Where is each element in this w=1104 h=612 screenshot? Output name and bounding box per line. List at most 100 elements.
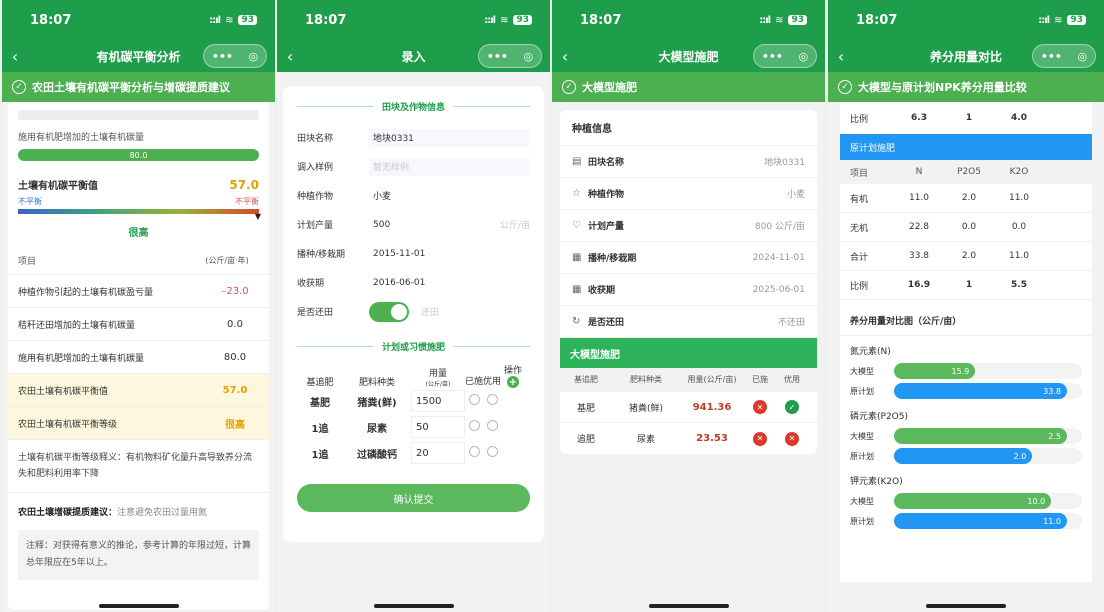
plot-name-input[interactable]: 地块0331	[369, 128, 530, 147]
phone-input: 18:07 ::ıl ≋ 93 ‹ 录入 ••• ◎ 田块及作物信息 田块名称 地块03…	[277, 0, 550, 612]
mini-program-capsule[interactable]: ••• ◎	[753, 44, 817, 68]
notice-box: 注释：对获得有意义的推论，参考计算的年限过短，计算总年限应在5年以上。	[18, 530, 259, 580]
harvest-date-picker[interactable]: 2016-06-01	[369, 274, 530, 292]
amount-input[interactable]: 20	[411, 442, 465, 464]
star-icon: ☆	[572, 188, 581, 199]
sow-date-picker[interactable]: 2015-11-01	[369, 245, 530, 263]
mini-program-capsule[interactable]: ••• ◎	[203, 44, 267, 68]
amount-input[interactable]: 50	[411, 416, 465, 438]
fert-row: 追肥 尿素 23.53 ✕ ✕	[560, 423, 817, 454]
mini-program-capsule[interactable]: ••• ◎	[478, 44, 542, 68]
advice-text: 注意避免农田过量用氮	[117, 508, 208, 518]
balance-level: 很高	[128, 228, 149, 239]
section-banner: ✓ 农田土壤有机碳平衡分析与增碳提质建议	[2, 72, 275, 102]
close-target-icon[interactable]: ◎	[1078, 50, 1088, 63]
add-row-button[interactable]: +	[507, 376, 519, 388]
info-row: ↻ 是否还田 不还田	[560, 306, 817, 338]
yield-input[interactable]: 500	[369, 216, 494, 234]
home-indicator	[98, 604, 179, 608]
applied-radio[interactable]	[468, 420, 480, 431]
prefer-radio[interactable]	[486, 446, 498, 457]
back-icon[interactable]: ‹	[277, 47, 303, 66]
plan-section-title: 原计划施肥	[840, 134, 1092, 160]
more-icon[interactable]: •••	[762, 50, 783, 63]
applied-radio[interactable]	[468, 394, 480, 405]
row-item: 施用有机肥增加的土壤有机碳量	[18, 353, 145, 364]
fert-row: 1追 尿素 50	[297, 414, 530, 440]
close-target-icon[interactable]: ◎	[249, 50, 259, 63]
result-card: 施用有机肥增加的土壤有机碳量 80.0 土壤有机碳平衡值 57.0 不平衡 不平…	[8, 102, 269, 610]
prefer-radio[interactable]	[486, 420, 498, 431]
bar-label: 施用有机肥增加的土壤有机碳量	[18, 133, 145, 143]
placeholder-strip	[18, 110, 259, 120]
sample-select[interactable]: 暂无样例	[369, 157, 530, 176]
info-row: ♡ 计划产量 800 公斤/亩	[560, 210, 817, 242]
calendar-icon: ▦	[572, 284, 582, 295]
chart-group: 氮元素(N) 大模型 15.9 原计划 33.8	[840, 344, 1092, 401]
phone-nutrient-compare: 18:07 ::ıl ≋ 93 ‹ 养分用量对比 ••• ◎ ✓ 大模型与原计划NPK…	[828, 0, 1104, 612]
signal-icon: ::ıl	[209, 14, 221, 26]
document-icon: ▤	[572, 156, 582, 167]
straw-return-toggle[interactable]	[369, 301, 409, 322]
close-target-icon[interactable]: ◎	[524, 50, 534, 63]
calendar-icon: ▦	[572, 252, 582, 263]
row-item: 农田土壤有机碳平衡值	[18, 386, 109, 397]
back-icon[interactable]: ‹	[552, 47, 578, 66]
row-value: 0.0	[227, 318, 243, 330]
chart-bar-row: 大模型 2.5	[850, 426, 1082, 446]
table-row: 有机 11.0 2.0 11.0	[840, 184, 1092, 213]
row-item: 种植作物引起的土壤有机碳盈亏量	[18, 287, 154, 298]
series-label: 原计划	[850, 386, 874, 396]
field-plot-name: 田块名称 地块0331	[297, 123, 530, 152]
refresh-icon: ↻	[572, 316, 581, 327]
compare-card: 比例 6.3 1 4.0 原计划施肥 项目 N P2O5 K2O 有机 11.0 2…	[840, 102, 1092, 582]
fert-table-header: 基追肥 肥料种类 用量(公斤/亩) 已施 优用	[560, 368, 817, 392]
chart-bar-model: 10.0	[894, 493, 1052, 509]
close-circle-icon[interactable]: ✕	[753, 400, 767, 414]
table-row: 比例 16.9 1 5.5	[840, 271, 1092, 300]
applied-radio[interactable]	[468, 446, 480, 457]
wifi-icon: ≋	[500, 14, 509, 26]
close-target-icon[interactable]: ◎	[799, 50, 809, 63]
info-row: ▦ 播种/移栽期 2024-11-01	[560, 242, 817, 274]
chart-bar-plan: 33.8	[894, 383, 1067, 399]
section-banner: ✓ 大模型与原计划NPK养分用量比较	[828, 72, 1104, 102]
table-row: 农田土壤有机碳平衡等级 很高	[8, 407, 269, 440]
table-row: 无机 22.8 0.0 0.0	[840, 213, 1092, 242]
series-label: 大模型	[850, 431, 874, 441]
bar-track: 2.0	[894, 448, 1082, 464]
fert-section-title: 大模型施肥	[560, 338, 817, 368]
bar-value-label: 33.8	[1043, 386, 1061, 396]
close-circle-icon[interactable]: ✕	[785, 431, 799, 446]
more-icon[interactable]: •••	[1041, 50, 1062, 63]
chart-group: 磷元素(P2O5) 大模型 2.5 原计划 2.0	[840, 409, 1092, 466]
fert-row: 基肥 猪粪(鲜) 1500	[297, 388, 530, 414]
series-label: 大模型	[850, 366, 874, 376]
status-time: 18:07	[305, 12, 347, 28]
fert-row: 基肥 猪粪(鲜) 941.36 ✕ ✓	[560, 392, 817, 423]
more-icon[interactable]: •••	[487, 50, 508, 63]
advice-label: 农田土壤增碳提质建议：	[18, 508, 118, 518]
bar-value-label: 11.0	[1043, 516, 1061, 526]
mini-program-capsule[interactable]: ••• ◎	[1032, 44, 1096, 68]
field-yield: 计划产量 500 公斤/亩	[297, 210, 530, 239]
close-circle-icon[interactable]: ✕	[753, 431, 767, 446]
bar-value-label: 10.0	[1027, 496, 1046, 506]
screens: 18:07 ::ıl ≋ 93 ‹ 有机碳平衡分析 ••• ◎ ✓ 农田土壤有机碳平衡…	[0, 0, 1104, 612]
bar-track: 11.0	[894, 513, 1082, 529]
heart-icon: ♡	[572, 220, 581, 231]
pointer-icon: ▼	[254, 212, 261, 221]
check-circle-icon[interactable]: ✓	[785, 400, 799, 414]
crop-select[interactable]: 小麦	[369, 187, 530, 205]
amount-input[interactable]: 1500	[411, 390, 465, 412]
chart-bar-row: 原计划 11.0	[850, 511, 1082, 531]
section-title: 计划或习惯施肥	[297, 340, 531, 353]
chart-bar-model: 2.5	[894, 428, 1067, 444]
prefer-radio[interactable]	[486, 394, 498, 405]
more-icon[interactable]: •••	[212, 50, 233, 63]
submit-button[interactable]: 确认提交	[297, 484, 530, 512]
col-item: 项目	[18, 257, 37, 267]
back-icon[interactable]: ‹	[828, 47, 854, 66]
back-icon[interactable]: ‹	[2, 47, 28, 66]
section-title: 田块及作物信息	[297, 100, 531, 113]
